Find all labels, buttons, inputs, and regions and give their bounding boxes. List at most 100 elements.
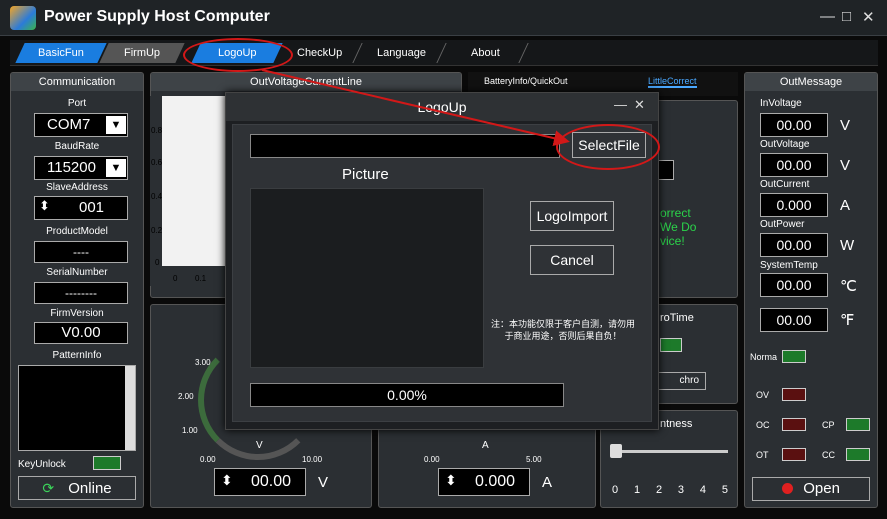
celsius-unit: ℃ [840, 278, 857, 295]
patterninfo-box[interactable] [18, 365, 136, 451]
ov-label: OV [756, 390, 770, 400]
tab-firmup[interactable]: FirmUp [99, 43, 185, 63]
brightness-tick: 2 [655, 484, 663, 496]
dialog-close-button[interactable]: ✕ [634, 97, 645, 113]
outvoltage-label: OutVoltage [760, 139, 810, 150]
chevron-down-icon[interactable]: ▼ [106, 159, 126, 177]
spin-arrows-icon[interactable]: ⬍ [39, 198, 50, 214]
progress-bar: 0.00% [250, 383, 564, 407]
synchro-indicator [660, 338, 682, 352]
firmversion-label: FirmVersion [50, 308, 104, 319]
brightness-tick: 1 [633, 484, 641, 496]
gauge-scale-label: 5.00 [526, 455, 542, 464]
oc-label: OC [756, 420, 770, 430]
systemtemp-f-value: 00.00 [760, 308, 828, 332]
chevron-down-icon[interactable]: ▼ [106, 116, 126, 134]
outpower-label: OutPower [760, 219, 805, 230]
cancel-button[interactable]: Cancel [530, 245, 614, 275]
chart-ytick: 0.2 [151, 226, 163, 235]
voltage-setpoint-spinner[interactable]: ⬍ 00.00 [214, 468, 306, 496]
current-setpoint-spinner[interactable]: ⬍ 0.000 [438, 468, 530, 496]
tab-littlecorrect[interactable]: LittleCorrect [648, 76, 697, 88]
chart-xtick: 0 [173, 274, 178, 283]
communication-header: Communication [11, 73, 143, 91]
refresh-icon: ⟳ [42, 480, 55, 496]
chart-ytick: 0.4 [151, 192, 163, 201]
outvoltage-unit: V [840, 157, 851, 174]
brightness-tick: 5 [721, 484, 728, 496]
firmversion-field: V0.00 [34, 322, 128, 344]
cc-indicator [846, 448, 870, 461]
online-button[interactable]: ⟳ Online [18, 476, 136, 500]
involtage-label: InVoltage [760, 98, 802, 109]
correct-text: We Do [660, 220, 697, 234]
gauge-scale-label: 10.00 [302, 455, 323, 464]
slaveaddress-spinner[interactable]: ⬍ 001 [34, 196, 128, 220]
picture-preview [250, 188, 484, 368]
open-button[interactable]: Open [752, 477, 870, 501]
app-logo-icon [10, 6, 36, 30]
normal-label: Norma [750, 352, 778, 362]
file-path-input[interactable] [250, 134, 560, 158]
outcurrent-value: 0.000 [760, 193, 828, 217]
brightness-tick: 4 [699, 484, 706, 496]
chart-header: OutVoltageCurrentLine [151, 73, 461, 91]
systemtemp-c-value: 00.00 [760, 273, 828, 297]
brightness-tick: 0 [612, 484, 619, 496]
tab-batteryinfo[interactable]: BatteryInfo/QuickOut [484, 76, 568, 86]
chart-ytick: 0.6 [151, 158, 163, 167]
productmodel-field: ---- [34, 241, 128, 263]
gauge-unit: A [482, 440, 489, 451]
record-dot-icon [782, 483, 794, 494]
annotation-circle-logoup [183, 38, 293, 72]
voltage-unit: V [318, 474, 329, 491]
keyunlock-label: KeyUnlock [18, 459, 66, 470]
progress-text: 0.00% [387, 387, 427, 403]
cp-indicator [846, 418, 870, 431]
outmessage-header: OutMessage [745, 73, 877, 91]
brightness-ticks: 0 1 2 3 4 5 [612, 484, 728, 496]
dialog-minimize-button[interactable]: — [614, 97, 627, 112]
synchro-button[interactable]: chro [656, 372, 706, 390]
spin-arrows-icon[interactable]: ⬍ [445, 472, 457, 489]
brightness-tick: 3 [677, 484, 685, 496]
brightness-slider-track[interactable] [612, 450, 728, 453]
serialnumber-field: -------- [34, 282, 128, 304]
involtage-unit: V [840, 117, 851, 134]
gauge-scale-label: 1.00 [182, 426, 198, 435]
chart-plot-area [160, 96, 230, 266]
brightness-slider-thumb[interactable] [610, 444, 622, 458]
maximize-button[interactable]: □ [842, 8, 851, 25]
ot-indicator [782, 448, 806, 461]
logoimport-button[interactable]: LogoImport [530, 201, 614, 231]
oc-indicator [782, 418, 806, 431]
productmodel-label: ProductModel [46, 226, 108, 237]
scrollbar[interactable] [125, 366, 135, 450]
keyunlock-toggle[interactable] [93, 456, 121, 470]
dialog-title: LogoUp [226, 93, 658, 121]
spin-arrows-icon[interactable]: ⬍ [221, 472, 233, 489]
gauge-scale-label: 0.00 [424, 455, 440, 464]
serialnumber-label: SerialNumber [46, 267, 108, 278]
ov-indicator [782, 388, 806, 401]
close-button[interactable]: ✕ [862, 8, 875, 26]
cp-label: CP [822, 420, 835, 430]
picture-label: Picture [342, 166, 389, 183]
annotation-circle-selectfile [556, 124, 660, 170]
tab-basicfun[interactable]: BasicFun [15, 43, 107, 63]
correct-text: vice! [660, 234, 685, 248]
port-label: Port [67, 98, 87, 109]
outpower-value: 00.00 [760, 233, 828, 257]
tab-about[interactable]: About [443, 43, 529, 63]
baudrate-label: BaudRate [54, 141, 100, 152]
tab-language[interactable]: Language [357, 43, 447, 63]
chart-xtick: 0.1 [195, 274, 207, 283]
cc-label: CC [822, 450, 835, 460]
synchro-header: roTime [660, 312, 694, 324]
outcurrent-label: OutCurrent [760, 179, 810, 190]
correct-text: orrect [660, 206, 691, 220]
minimize-button[interactable]: — [820, 8, 835, 25]
patterninfo-label: PatternInfo [52, 350, 102, 361]
ot-label: OT [756, 450, 769, 460]
normal-indicator [782, 350, 806, 363]
